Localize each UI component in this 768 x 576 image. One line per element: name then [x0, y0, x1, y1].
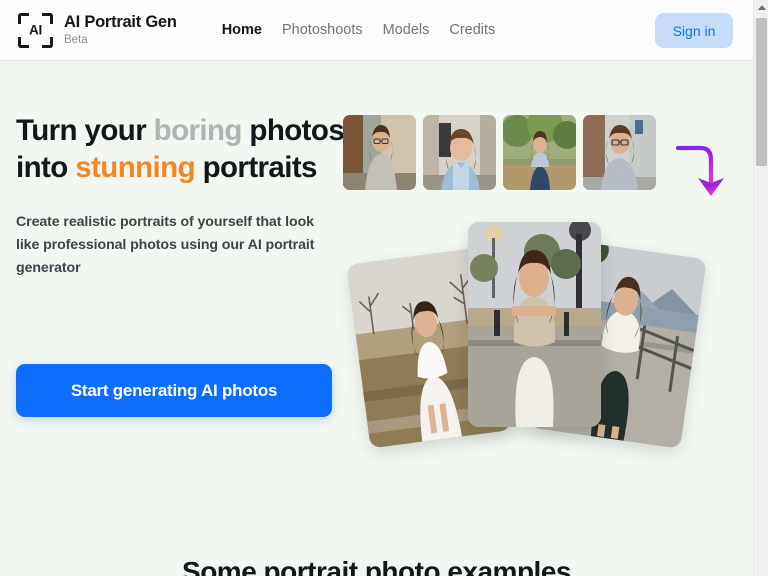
frame-corner-top-left: [18, 12, 29, 24]
curved-down-arrow-icon: [675, 140, 741, 202]
hero-copy-block: Turn your boring photos into stunning po…: [16, 113, 346, 417]
frame-corner-bottom-right: [42, 36, 53, 48]
brand-beta-badge: Beta: [64, 33, 88, 46]
ai-scan-frame-icon: AI: [18, 12, 53, 48]
nav-item-home[interactable]: Home: [222, 22, 262, 38]
thumbnail-image-3[interactable]: [503, 115, 576, 190]
page-viewport: AI AI Portrait Gen Beta Home Photoshoots…: [0, 0, 753, 576]
nav-item-models[interactable]: Models: [383, 22, 430, 38]
page-scrollbar[interactable]: [753, 0, 768, 576]
headline-word-stunning: stunning: [75, 150, 195, 184]
headline-segment-1: Turn your: [16, 114, 154, 147]
sign-in-button[interactable]: Sign in: [655, 13, 733, 48]
primary-nav: Home Photoshoots Models Credits: [222, 22, 496, 38]
section-heading-examples: Some portrait photo examples: [182, 556, 571, 576]
frame-corner-top-right: [42, 12, 53, 24]
thumbnail-image-2[interactable]: [423, 115, 496, 190]
hero-photo-collage: [346, 210, 710, 465]
start-generating-button[interactable]: Start generating AI photos: [16, 364, 332, 417]
headline-word-boring: boring: [153, 114, 243, 147]
site-header: AI AI Portrait Gen Beta Home Photoshoots…: [0, 0, 753, 61]
nav-item-photoshoots[interactable]: Photoshoots: [282, 22, 363, 38]
headline-segment-3: portraits: [195, 150, 318, 184]
brand-name: AI Portrait Gen: [64, 13, 177, 32]
thumbnail-image-1[interactable]: [343, 115, 416, 190]
scrollbar-thumb[interactable]: [756, 18, 767, 166]
collage-photo-center[interactable]: [468, 222, 601, 427]
hero-subheading: Create realistic portraits of yourself t…: [16, 214, 315, 277]
logo-monogram: AI: [29, 22, 42, 38]
brand-logo[interactable]: AI AI Portrait Gen Beta: [18, 12, 177, 48]
hero-headline: Turn your boring photos into stunning po…: [16, 113, 346, 186]
nav-item-credits[interactable]: Credits: [449, 22, 495, 38]
frame-corner-bottom-left: [18, 36, 29, 48]
example-thumbnail-strip: [343, 115, 656, 190]
scroll-up-arrow-icon[interactable]: [754, 0, 768, 15]
brand-text: AI Portrait Gen Beta: [64, 13, 177, 47]
thumbnail-image-4[interactable]: [583, 115, 656, 190]
